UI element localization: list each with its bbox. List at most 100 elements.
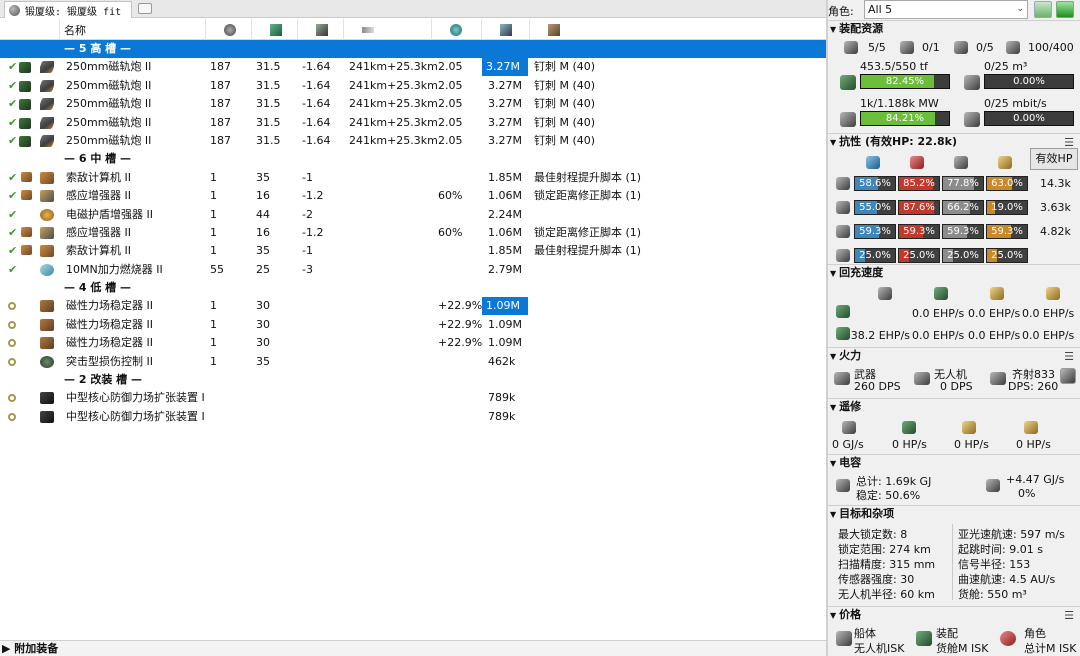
resist-bar-ki: 25.0% bbox=[942, 248, 984, 263]
rack-rig[interactable]: — 2 改装 槽 — bbox=[0, 371, 826, 390]
module-row[interactable]: ✔ 索敌计算机 II 1 35 -1 1.85M 最佳射程提升脚本 (1) bbox=[0, 242, 826, 260]
layer-hp: 3.63k bbox=[1040, 201, 1071, 214]
resist-bar-ki: 59.3% bbox=[942, 224, 984, 239]
header-bonus[interactable] bbox=[432, 19, 482, 40]
drone-bay-bar: 0.00% bbox=[984, 74, 1074, 89]
module-row[interactable]: ✔ 感应增强器 II 1 16 -1.2 60% 1.06M 锁定距离修正脚本 (1) bbox=[0, 224, 826, 242]
cell-name: 磁性力场稳定器 II bbox=[66, 317, 153, 331]
capacitor-header[interactable]: ▼ 电容 bbox=[828, 455, 1080, 471]
module-row[interactable]: ✔ 10MN加力燃烧器 II 55 25 -3 2.79M bbox=[0, 261, 826, 279]
cell-ammo: 最佳射程提升脚本 (1) bbox=[534, 170, 642, 184]
mag-icon bbox=[40, 316, 54, 334]
header-cap[interactable] bbox=[298, 19, 344, 40]
cell-v2: 31.5 bbox=[256, 115, 281, 129]
module-state-icon[interactable] bbox=[8, 389, 16, 407]
layer-hp: 4.82k bbox=[1040, 225, 1071, 238]
module-online-icon[interactable]: ✔ bbox=[8, 132, 17, 150]
powergrid-icon bbox=[840, 112, 856, 127]
cell-v1: 187 bbox=[210, 60, 231, 74]
cell-v6: 1.06M bbox=[488, 189, 522, 203]
resist-section: ▼ 抗性 (有效HP: 22.8k) ☰ 有效HP 58.6% 85.2% 77.8% 6… bbox=[828, 133, 1080, 263]
cell-name: 磁性力场稳定器 II bbox=[66, 299, 153, 313]
firepower-header[interactable]: ▼ 火力 ☰ bbox=[828, 348, 1080, 364]
effective-hp-button[interactable]: 有效HP bbox=[1030, 148, 1078, 170]
recharge-header[interactable]: ▼ 回充速度 bbox=[828, 265, 1080, 281]
refresh-icon[interactable] bbox=[1034, 1, 1052, 18]
header-name[interactable]: 名称 bbox=[60, 19, 206, 40]
rack-mid[interactable]: — 6 中 槽 — bbox=[0, 150, 826, 169]
resist-bar-ex: 25.0% bbox=[986, 248, 1028, 263]
module-state-icon[interactable] bbox=[8, 316, 16, 334]
module-online-icon[interactable]: ✔ bbox=[8, 77, 17, 95]
export-icon[interactable] bbox=[1056, 1, 1074, 18]
character-select[interactable]: All 5 ⌄ bbox=[864, 0, 1028, 19]
rack-low[interactable]: — 4 低 槽 — bbox=[0, 279, 826, 298]
module-row[interactable]: ✔ 索敌计算机 II 1 35 -1 1.85M 最佳射程提升脚本 (1) bbox=[0, 169, 826, 187]
header-price[interactable] bbox=[482, 19, 530, 40]
scr-icon bbox=[40, 242, 54, 260]
remote-repair-header[interactable]: ▼ 遥修 bbox=[828, 399, 1080, 415]
cell-v3: -1.2 bbox=[302, 225, 324, 239]
cell-name: 电磁护盾增强器 II bbox=[66, 207, 153, 221]
resources-header[interactable]: ▼ 装配资源 bbox=[828, 21, 1080, 37]
tab-fit[interactable]: 锻厦级: 锻厦级 fit bbox=[4, 1, 132, 18]
powergrid-bar: 84.21% bbox=[860, 111, 950, 126]
cell-name: 250mm磁轨炮 II bbox=[66, 60, 152, 74]
module-state-icon[interactable] bbox=[8, 353, 16, 371]
module-state-icon[interactable] bbox=[8, 297, 16, 315]
cell-v3: -1 bbox=[302, 244, 313, 258]
cell-name: 中型核心防御力场扩张装置 I bbox=[66, 391, 205, 405]
module-row[interactable]: ✔ 250mm磁轨炮 II 187 31.5 -1.64 241km+25.3km 2.05… bbox=[0, 77, 826, 95]
price-header[interactable]: ▼ 价格 ☰ bbox=[828, 607, 1080, 623]
module-row[interactable]: 中型核心防御力场扩张装置 I 789k bbox=[0, 408, 826, 426]
resist-bar-th: 25.0% bbox=[898, 248, 940, 263]
menu-icon[interactable]: ☰ bbox=[1064, 608, 1074, 623]
module-row[interactable]: 磁性力场稳定器 II 1 30 +22.9% 1.09M bbox=[0, 297, 826, 316]
cell-v6: 1.85M bbox=[488, 244, 522, 258]
module-online-icon[interactable]: ✔ bbox=[8, 169, 17, 187]
cell-v4: 241km+25.3km bbox=[349, 115, 438, 129]
addon-section-toggle[interactable]: ▶ 附加装备 bbox=[0, 640, 826, 656]
rack-high[interactable]: — 5 高 槽 — bbox=[0, 40, 826, 59]
module-row[interactable]: 磁性力场稳定器 II 1 30 +22.9% 1.09M bbox=[0, 316, 826, 334]
targeting-header[interactable]: ▼ 目标和杂项 bbox=[828, 506, 1080, 522]
module-row[interactable]: 突击型损伤控制 II 1 35 462k bbox=[0, 353, 826, 371]
cell-v4: 241km+25.3km bbox=[349, 133, 438, 147]
module-state-icon[interactable] bbox=[8, 334, 16, 352]
character-bar: 角色: All 5 ⌄ bbox=[828, 0, 1080, 19]
cell-v3: -1.64 bbox=[302, 60, 331, 74]
header-range[interactable] bbox=[344, 19, 432, 40]
module-online-icon[interactable]: ✔ bbox=[8, 114, 17, 132]
module-row[interactable]: ✔ 250mm磁轨炮 II 187 31.5 -1.64 241km+25.3km 2.05… bbox=[0, 132, 826, 150]
new-tab-icon[interactable] bbox=[138, 3, 152, 14]
module-row[interactable]: ✔ 250mm磁轨炮 II 187 31.5 -1.64 241km+25.3km 2.05… bbox=[0, 95, 826, 113]
module-online-icon[interactable]: ✔ bbox=[8, 206, 17, 224]
module-row[interactable]: ✔ 250mm磁轨炮 II 187 31.5 -1.64 241km+25.3km 2.05… bbox=[0, 58, 826, 77]
cell-v6: 789k bbox=[488, 409, 516, 423]
damage-pattern-icon[interactable] bbox=[1060, 368, 1076, 384]
gun-icon bbox=[40, 132, 54, 150]
module-row[interactable]: 中型核心防御力场扩张装置 I 789k bbox=[0, 389, 826, 407]
module-online-icon[interactable]: ✔ bbox=[8, 58, 17, 76]
header-charge[interactable] bbox=[530, 19, 826, 40]
nav-stat: 亚光速航速: 597 m/s bbox=[958, 528, 1065, 541]
stats-pane: 角色: All 5 ⌄ ▼ 装配资源 5/5 0/1 0/5 100/400 453… bbox=[828, 0, 1080, 656]
module-online-icon[interactable]: ✔ bbox=[8, 187, 17, 205]
header-state[interactable] bbox=[0, 19, 60, 40]
module-online-icon[interactable]: ✔ bbox=[8, 242, 17, 260]
header-pg[interactable] bbox=[206, 19, 252, 40]
menu-icon[interactable]: ☰ bbox=[1064, 349, 1074, 364]
module-row[interactable]: ✔ 电磁护盾增强器 II 1 44 -2 2.24M bbox=[0, 206, 826, 224]
cell-v2: 30 bbox=[256, 299, 270, 313]
capacitor-section: ▼ 电容 总计: 1.69k GJ 稳定: 50.6% +4.47 GJ/s 0% bbox=[828, 454, 1080, 504]
module-row[interactable]: 磁性力场稳定器 II 1 30 +22.9% 1.09M bbox=[0, 334, 826, 352]
module-online-icon[interactable]: ✔ bbox=[8, 261, 17, 279]
targeting-section: ▼ 目标和杂项 最大锁定数: 8 锁定范围: 274 km 扫描精度: 315 mm 传… bbox=[828, 505, 1080, 605]
module-state-icon[interactable] bbox=[8, 408, 16, 426]
module-online-icon[interactable]: ✔ bbox=[8, 95, 17, 113]
module-row[interactable]: ✔ 感应增强器 II 1 16 -1.2 60% 1.06M 锁定距离修正脚本 (1) bbox=[0, 187, 826, 205]
header-cpu[interactable] bbox=[252, 19, 298, 40]
module-online-icon[interactable]: ✔ bbox=[8, 224, 17, 242]
module-row[interactable]: ✔ 250mm磁轨炮 II 187 31.5 -1.64 241km+25.3km 2.05… bbox=[0, 114, 826, 132]
charge-icon bbox=[19, 132, 31, 150]
